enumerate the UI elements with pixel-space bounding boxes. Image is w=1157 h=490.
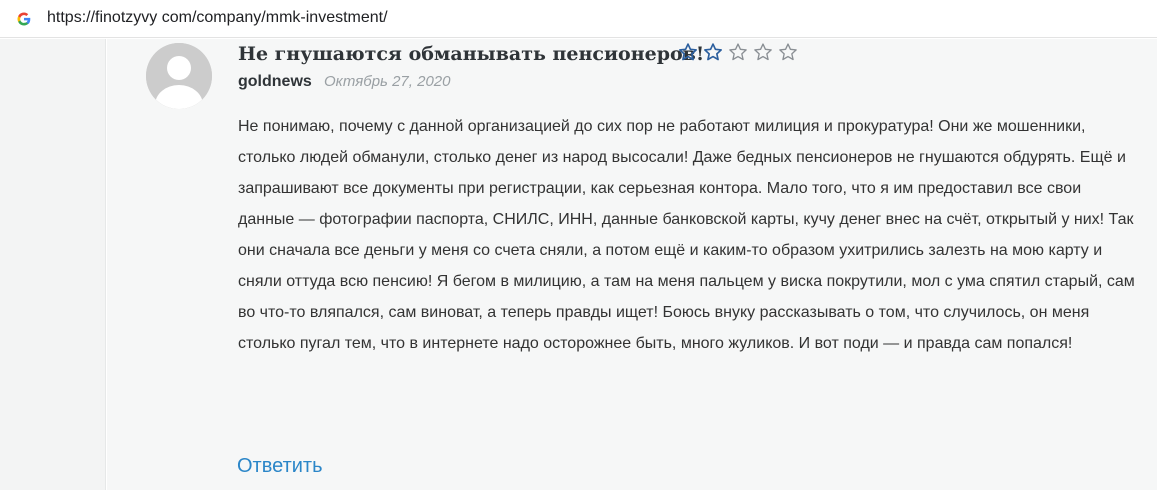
star-empty-icon	[779, 43, 797, 61]
left-gutter	[0, 39, 106, 490]
reply-link[interactable]: Ответить	[237, 453, 323, 479]
address-bar[interactable]: https://finotzyvy com/company/mmk-invest…	[0, 0, 1157, 38]
comment-author[interactable]: goldnews	[238, 72, 312, 92]
star-empty-icon	[729, 43, 747, 61]
default-avatar-icon	[146, 43, 212, 109]
url-text[interactable]: https://finotzyvy com/company/mmk-invest…	[47, 8, 388, 28]
star-rating	[678, 42, 798, 64]
star-filled-icon	[704, 43, 722, 61]
comment-date: Октябрь 27, 2020	[324, 73, 451, 90]
google-g-icon	[17, 12, 31, 26]
star-empty-icon	[754, 43, 772, 61]
avatar	[146, 43, 212, 109]
star-filled-icon	[679, 43, 697, 61]
comment-title: Не гнушаются обманывать пенсионеров!	[238, 43, 705, 65]
comment-body: Не понимаю, почему с данной организацией…	[238, 118, 1135, 352]
